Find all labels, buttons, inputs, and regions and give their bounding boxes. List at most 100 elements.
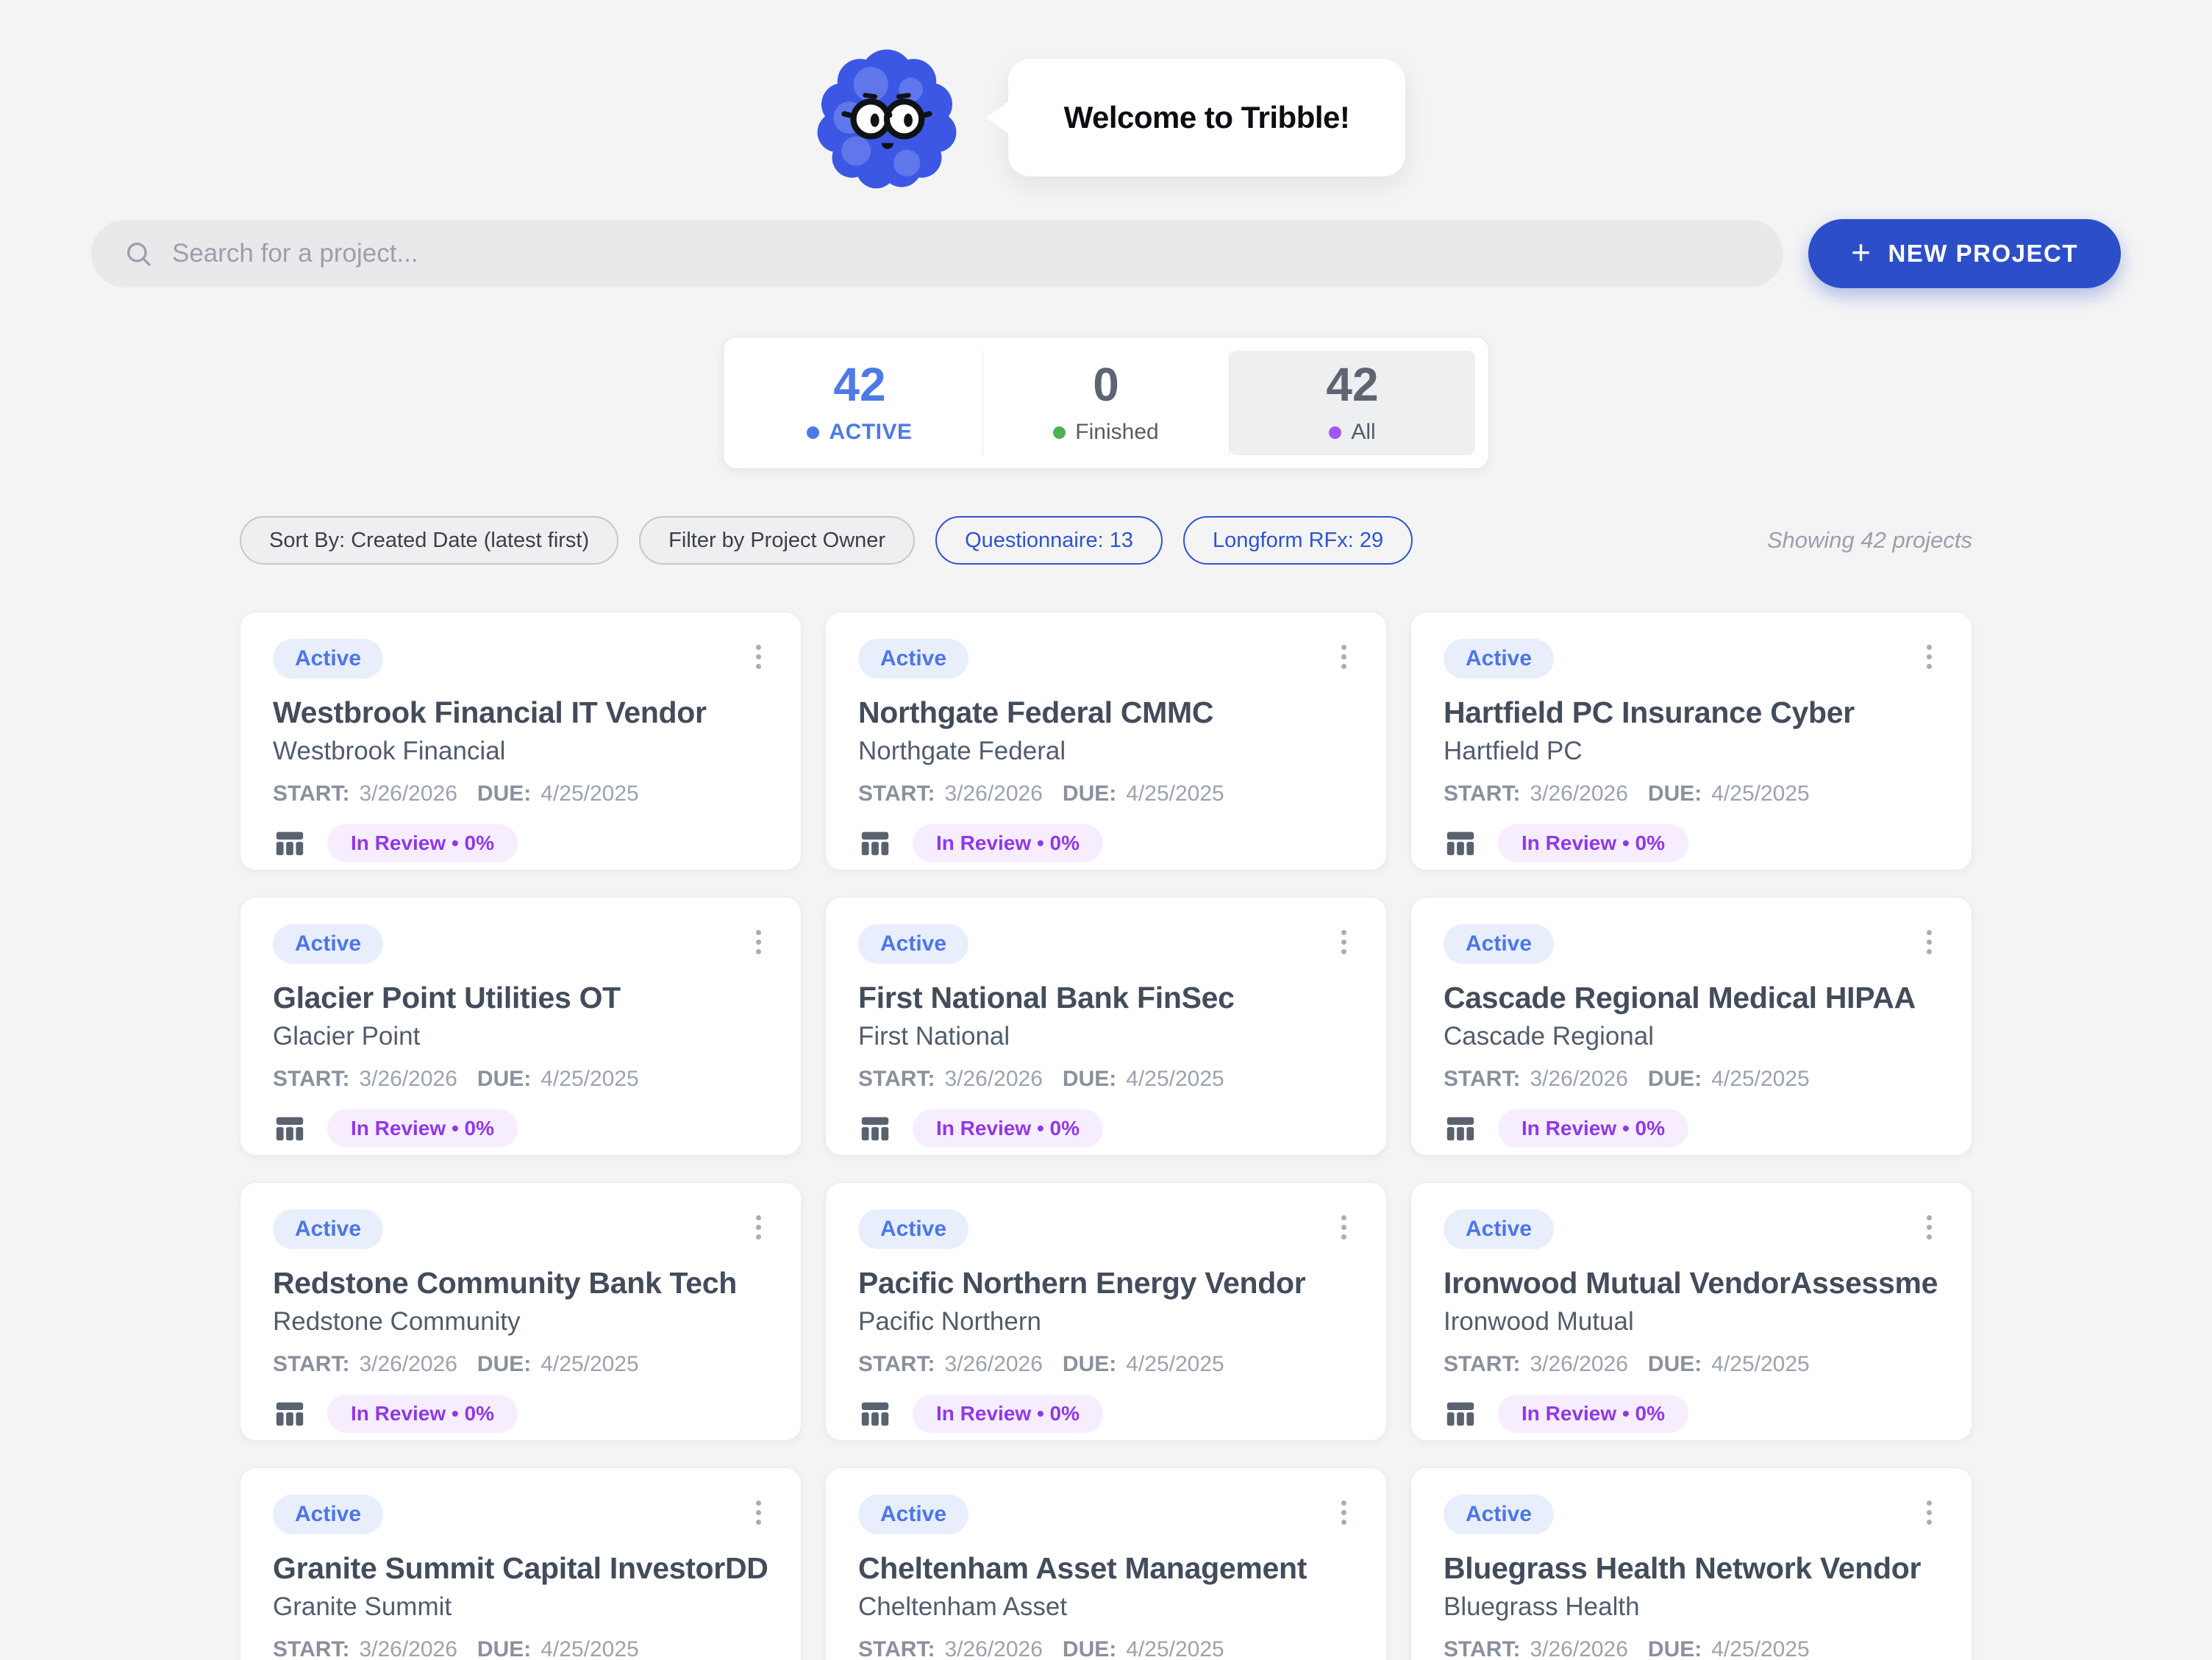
- questionnaire-filter-pill[interactable]: Questionnaire: 13: [935, 516, 1163, 565]
- kebab-dot-icon: [1341, 930, 1346, 935]
- project-card[interactable]: Active Redstone Community Bank Tech Reds…: [240, 1182, 802, 1441]
- status-badge: Active: [858, 1495, 968, 1534]
- start-date: 3/26/2026: [359, 1352, 457, 1377]
- search-input[interactable]: [172, 239, 1751, 268]
- finished-dot-icon: [1053, 426, 1066, 439]
- kebab-dot-icon: [1927, 1215, 1932, 1220]
- kebab-dot-icon: [1341, 949, 1346, 954]
- start-date: 3/26/2026: [1530, 1637, 1627, 1660]
- card-menu-button[interactable]: [749, 1495, 768, 1531]
- kebab-dot-icon: [1341, 654, 1346, 659]
- active-dot-icon: [807, 426, 819, 439]
- project-dates: START: 3/26/2026 DUE: 4/25/2025: [1444, 1067, 1939, 1092]
- status-badge: Active: [858, 1209, 968, 1249]
- start-label: START:: [273, 1067, 349, 1092]
- kebab-dot-icon: [756, 1500, 761, 1506]
- card-menu-button[interactable]: [1334, 1209, 1354, 1245]
- progress-badge: In Review • 0%: [327, 1109, 518, 1148]
- project-card[interactable]: Active Glacier Point Utilities OT Glacie…: [240, 897, 802, 1156]
- start-date: 3/26/2026: [944, 1352, 1042, 1377]
- card-menu-button[interactable]: [1919, 639, 1939, 675]
- all-label: All: [1351, 420, 1375, 445]
- kebab-dot-icon: [756, 1215, 761, 1220]
- project-owner: Glacier Point: [273, 1021, 768, 1051]
- start-label: START:: [1444, 1352, 1520, 1377]
- kebab-dot-icon: [1927, 1500, 1932, 1506]
- project-card[interactable]: Active Westbrook Financial IT Vendor Wes…: [240, 612, 802, 870]
- longform-rfx-filter-pill[interactable]: Longform RFx: 29: [1183, 516, 1413, 565]
- card-footer: In Review • 0%: [858, 824, 1354, 862]
- search-icon: [124, 239, 153, 268]
- kebab-dot-icon: [756, 1225, 761, 1230]
- start-date: 3/26/2026: [359, 1637, 457, 1660]
- progress-badge: In Review • 0%: [1498, 1395, 1688, 1433]
- filter-row: Sort By: Created Date (latest first) Fil…: [240, 516, 1972, 565]
- due-label: DUE:: [1063, 1637, 1116, 1660]
- progress-badge: In Review • 0%: [913, 1395, 1103, 1433]
- kebab-dot-icon: [1927, 1234, 1932, 1239]
- due-date: 4/25/2025: [540, 781, 638, 806]
- card-menu-button[interactable]: [749, 1209, 768, 1245]
- card-menu-button[interactable]: [1334, 924, 1354, 960]
- project-owner: Cascade Regional: [1444, 1021, 1939, 1051]
- project-card[interactable]: Active First National Bank FinSec First …: [825, 897, 1387, 1156]
- project-title: Bluegrass Health Network Vendor: [1444, 1550, 1939, 1586]
- due-date: 4/25/2025: [1126, 1352, 1224, 1377]
- card-menu-button[interactable]: [1919, 1495, 1939, 1531]
- card-menu-button[interactable]: [1919, 924, 1939, 960]
- project-title: Northgate Federal CMMC: [858, 695, 1354, 730]
- status-badge: Active: [1444, 639, 1554, 679]
- card-menu-button[interactable]: [1334, 1495, 1354, 1531]
- kebab-dot-icon: [1341, 645, 1346, 650]
- table-columns-icon: [273, 1112, 307, 1145]
- card-menu-button[interactable]: [749, 639, 768, 675]
- kebab-dot-icon: [1341, 1500, 1346, 1506]
- due-label: DUE:: [477, 1637, 531, 1660]
- project-title: Westbrook Financial IT Vendor: [273, 695, 768, 730]
- progress-badge: In Review • 0%: [1498, 824, 1688, 862]
- card-menu-button[interactable]: [749, 924, 768, 960]
- project-card[interactable]: Active Granite Summit Capital InvestorDD…: [240, 1467, 802, 1660]
- project-owner: First National: [858, 1021, 1354, 1051]
- finished-count: 0: [1093, 361, 1119, 408]
- project-card[interactable]: Active Ironwood Mutual VendorAssessment …: [1410, 1182, 1972, 1441]
- start-date: 3/26/2026: [1530, 781, 1627, 806]
- finished-label: Finished: [1075, 420, 1158, 445]
- active-count: 42: [833, 361, 885, 408]
- kebab-dot-icon: [1927, 645, 1932, 650]
- status-badge: Active: [1444, 1495, 1554, 1534]
- start-label: START:: [858, 781, 935, 806]
- stat-tab-finished[interactable]: 0 Finished: [982, 351, 1230, 455]
- new-project-button[interactable]: + NEW PROJECT: [1808, 219, 2121, 288]
- project-owner: Bluegrass Health: [1444, 1592, 1939, 1622]
- kebab-dot-icon: [756, 949, 761, 954]
- stat-tab-all[interactable]: 42 All: [1230, 351, 1475, 455]
- project-title: Cascade Regional Medical HIPAA: [1444, 980, 1939, 1015]
- card-menu-button[interactable]: [1919, 1209, 1939, 1245]
- project-card[interactable]: Active Northgate Federal CMMC Northgate …: [825, 612, 1387, 870]
- project-card[interactable]: Active Cheltenham Asset Management Chelt…: [825, 1467, 1387, 1660]
- kebab-dot-icon: [756, 1510, 761, 1515]
- project-card[interactable]: Active Hartfield PC Insurance Cyber Hart…: [1410, 612, 1972, 870]
- start-date: 3/26/2026: [1530, 1352, 1627, 1377]
- kebab-dot-icon: [756, 654, 761, 659]
- project-owner: Cheltenham Asset: [858, 1592, 1354, 1622]
- kebab-dot-icon: [1927, 949, 1932, 954]
- sort-by-pill[interactable]: Sort By: Created Date (latest first): [240, 516, 618, 565]
- project-card[interactable]: Active Bluegrass Health Network Vendor B…: [1410, 1467, 1972, 1660]
- kebab-dot-icon: [1927, 940, 1932, 945]
- status-badge: Active: [858, 639, 968, 679]
- stat-tab-active[interactable]: 42 ACTIVE: [737, 351, 982, 455]
- plus-icon: +: [1851, 235, 1872, 269]
- card-footer: In Review • 0%: [1444, 824, 1939, 862]
- status-badge: Active: [273, 639, 383, 679]
- project-card[interactable]: Active Cascade Regional Medical HIPAA Ca…: [1410, 897, 1972, 1156]
- filter-owner-pill[interactable]: Filter by Project Owner: [639, 516, 915, 565]
- card-menu-button[interactable]: [1334, 639, 1354, 675]
- new-project-label: NEW PROJECT: [1888, 240, 2078, 268]
- project-owner: Ironwood Mutual: [1444, 1306, 1939, 1337]
- project-card[interactable]: Active Pacific Northern Energy Vendor Pa…: [825, 1182, 1387, 1441]
- progress-badge: In Review • 0%: [913, 824, 1103, 862]
- project-dates: START: 3/26/2026 DUE: 4/25/2025: [1444, 1637, 1939, 1660]
- start-date: 3/26/2026: [359, 1067, 457, 1092]
